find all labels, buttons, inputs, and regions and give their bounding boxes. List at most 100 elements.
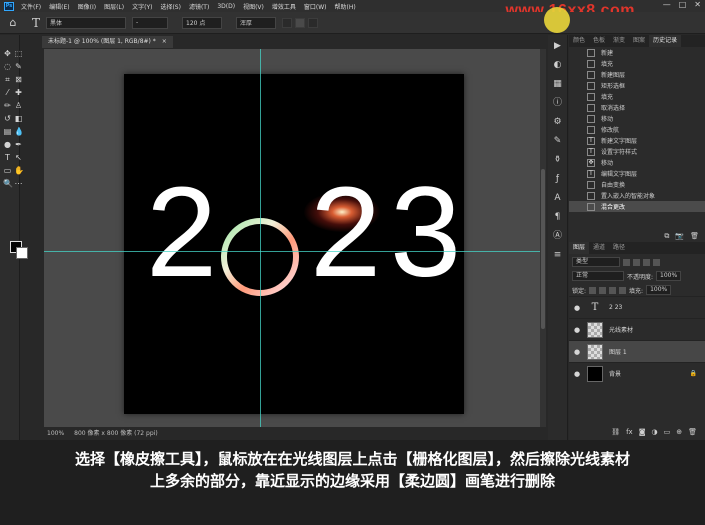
hand-tool-icon[interactable]: ✋: [14, 166, 24, 175]
marquee-tool-icon[interactable]: ⬚: [14, 49, 23, 58]
history-item[interactable]: T 设置字符样式: [569, 146, 705, 157]
filter-adjust-icon[interactable]: [633, 258, 640, 266]
lasso-tool-icon[interactable]: ◌: [3, 62, 12, 71]
brush-settings-icon[interactable]: ◐: [552, 59, 564, 71]
layer-row-selected[interactable]: ● 图层 1: [569, 340, 705, 362]
type-tool-icon[interactable]: T: [32, 16, 40, 30]
history-item[interactable]: 新建图层: [569, 69, 705, 80]
blend-mode-select[interactable]: 正常: [572, 271, 624, 281]
paragraph-icon[interactable]: ¶: [552, 211, 564, 223]
history-item[interactable]: 填充: [569, 58, 705, 69]
more-tools-icon[interactable]: ⋯: [14, 179, 23, 188]
tab-layers[interactable]: 图层: [569, 242, 590, 254]
history-item[interactable]: 填充: [569, 91, 705, 102]
clone-source-icon[interactable]: ⚱: [552, 154, 564, 166]
history-item[interactable]: ✥ 移动: [569, 157, 705, 168]
history-item[interactable]: 修改航: [569, 124, 705, 135]
glyph-icon[interactable]: Ⓐ: [552, 230, 564, 242]
align-right-button[interactable]: [308, 17, 319, 28]
dodge-tool-icon[interactable]: ●: [3, 140, 12, 149]
gradient-tool-icon[interactable]: ▤: [3, 127, 12, 136]
layer-row[interactable]: ● 背景 🔒: [569, 362, 705, 384]
zoom-level[interactable]: 100%: [47, 428, 64, 440]
antialias-select[interactable]: 浑厚: [236, 16, 277, 29]
heal-tool-icon[interactable]: ✚: [14, 88, 23, 97]
eyedropper-icon[interactable]: ⁄: [3, 88, 12, 97]
link-layers-icon[interactable]: ⛓: [611, 428, 620, 436]
history-item[interactable]: 自由变换: [569, 179, 705, 190]
font-style-select[interactable]: -: [132, 16, 169, 29]
document-close-icon[interactable]: ×: [162, 38, 167, 45]
fill-field[interactable]: 100%: [646, 285, 672, 295]
opacity-field[interactable]: 100%: [656, 271, 682, 281]
align-center-button[interactable]: [295, 17, 306, 28]
filter-pixel-icon[interactable]: [623, 258, 630, 266]
menu-file[interactable]: 文件(F): [17, 2, 45, 11]
document-canvas[interactable]: 2 2 3: [124, 74, 464, 414]
menu-filter[interactable]: 滤镜(T): [185, 2, 213, 11]
menu-plugins[interactable]: 增效工具: [268, 2, 300, 11]
new-layer-icon[interactable]: ⊕: [676, 428, 682, 436]
tab-gradients[interactable]: 渐变: [609, 35, 629, 47]
frame-tool-icon[interactable]: ⊠: [14, 75, 23, 84]
filter-shape-icon[interactable]: [653, 258, 660, 266]
horizontal-guide[interactable]: [44, 251, 540, 252]
menu-3d[interactable]: 3D(D): [213, 3, 239, 10]
scrollbar-thumb[interactable]: [541, 169, 545, 329]
history-item[interactable]: 取消选择: [569, 102, 705, 113]
brush-tool-icon[interactable]: ✏: [3, 101, 12, 110]
layer-row[interactable]: ● T 2 23: [569, 296, 705, 318]
zoom-tool-icon[interactable]: 🔍: [3, 179, 13, 188]
layer-row[interactable]: ● 光线素材: [569, 318, 705, 340]
lock-all-icon[interactable]: [619, 286, 627, 294]
adjustment-layer-icon[interactable]: ◑: [652, 428, 658, 436]
blur-tool-icon[interactable]: 💧: [14, 127, 24, 136]
filter-text-icon[interactable]: [643, 258, 650, 266]
history-item[interactable]: 新建: [569, 47, 705, 58]
move-tool-icon[interactable]: ✥: [3, 49, 12, 58]
tab-patterns[interactable]: 图案: [629, 35, 649, 47]
tab-channels[interactable]: 通道: [589, 242, 609, 254]
fx-icon[interactable]: ƒ: [552, 173, 564, 185]
info-icon[interactable]: ⓘ: [552, 97, 564, 109]
tab-paths[interactable]: 路径: [609, 242, 629, 254]
lock-image-icon[interactable]: [599, 286, 607, 294]
history-brush-icon[interactable]: ↺: [3, 114, 12, 123]
vertical-scrollbar[interactable]: [540, 49, 546, 427]
tab-swatches[interactable]: 色板: [589, 35, 609, 47]
new-document-from-state-icon[interactable]: ⧉: [664, 230, 669, 242]
lock-position-icon[interactable]: [609, 286, 617, 294]
crop-tool-icon[interactable]: ⌗: [3, 75, 12, 84]
adjust-icon[interactable]: ⚙: [552, 116, 564, 128]
eraser-tool-icon[interactable]: ◧: [14, 114, 23, 123]
add-mask-icon[interactable]: ◙: [639, 428, 646, 436]
history-item[interactable]: 移动: [569, 113, 705, 124]
maximize-button[interactable]: □: [679, 0, 687, 9]
brush-icon[interactable]: ✎: [552, 135, 564, 147]
close-window-button[interactable]: ✕: [694, 0, 701, 9]
menu-edit[interactable]: 编辑(E): [45, 2, 73, 11]
lock-transparent-icon[interactable]: [589, 286, 597, 294]
layer-kind-filter[interactable]: 类型: [572, 257, 620, 267]
play-icon[interactable]: ▶: [552, 40, 564, 52]
history-item[interactable]: T 编辑文字图层: [569, 168, 705, 179]
shape-tool-icon[interactable]: ▭: [3, 166, 12, 175]
fx-button-icon[interactable]: fx: [626, 428, 633, 436]
align-left-button[interactable]: [282, 17, 293, 28]
path-select-icon[interactable]: ↖: [14, 153, 23, 162]
delete-state-icon[interactable]: 🗑: [690, 230, 699, 242]
history-item[interactable]: 置入嵌入的智能对象: [569, 190, 705, 201]
background-color-swatch[interactable]: [16, 247, 28, 259]
menu-layer[interactable]: 图层(L): [100, 2, 128, 11]
document-tab[interactable]: 未标题-1 @ 100% (图层 1, RGB/8#) * ×: [42, 36, 173, 48]
pen-tool-icon[interactable]: ✒: [14, 140, 23, 149]
swatch-icon[interactable]: ▦: [552, 78, 564, 90]
visibility-eye-icon[interactable]: ●: [571, 304, 583, 312]
character-icon[interactable]: A: [552, 192, 564, 204]
type-tool-side-icon[interactable]: T: [3, 153, 12, 162]
home-icon[interactable]: ⌂: [6, 16, 20, 30]
tab-color[interactable]: 颜色: [569, 35, 589, 47]
menu-help[interactable]: 帮助(H): [331, 2, 360, 11]
visibility-eye-icon[interactable]: ●: [571, 326, 583, 334]
history-item-selected[interactable]: 混合更改: [569, 201, 705, 212]
